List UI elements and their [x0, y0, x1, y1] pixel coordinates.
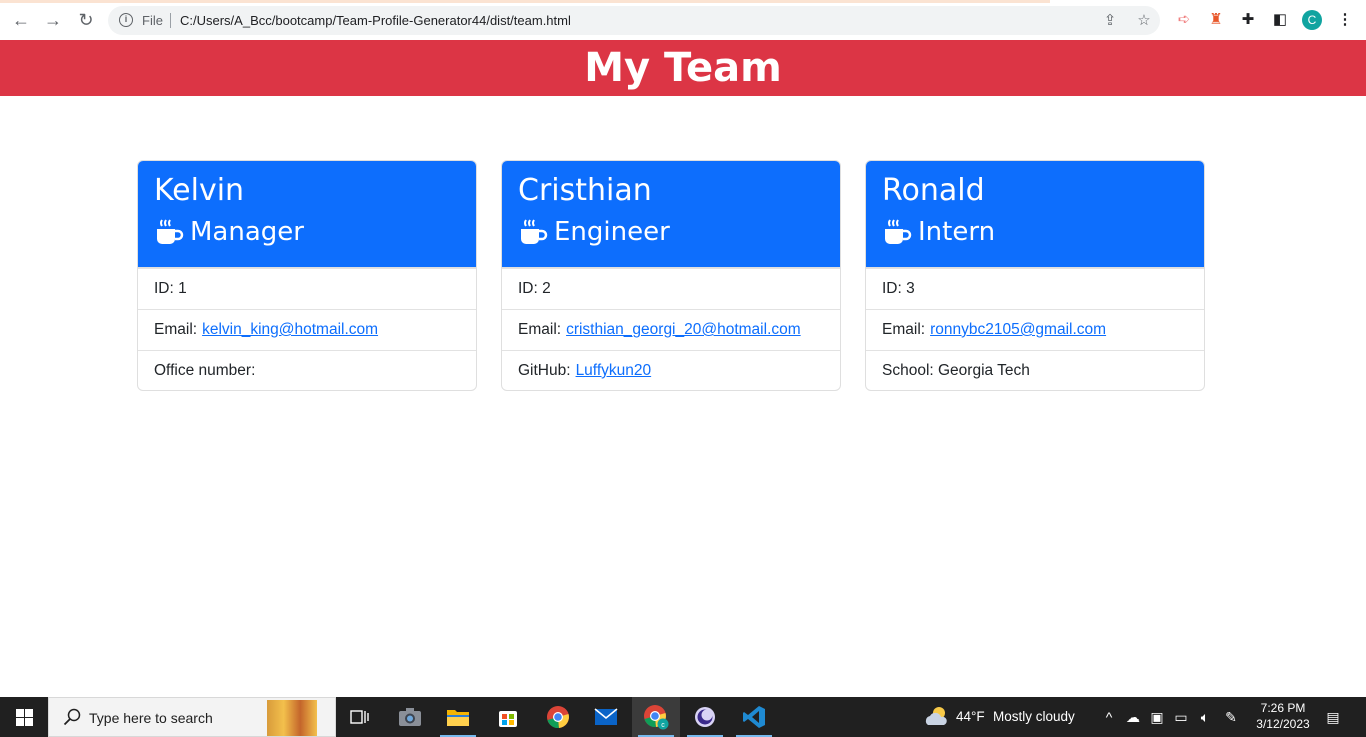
employee-role: Engineer [518, 215, 824, 249]
email-link[interactable]: ronnybc2105@gmail.com [930, 321, 1106, 339]
employee-id: ID: 3 [866, 268, 1204, 309]
team-cards: Kelvin Manager ID: 1 Email: kelvin_king@… [137, 160, 1205, 391]
address-bar[interactable]: i File C:/Users/A_Bcc/bootcamp/Team-Prof… [108, 6, 1160, 35]
employee-name: Cristhian [518, 173, 652, 208]
task-view-icon[interactable] [336, 697, 384, 737]
volume-icon[interactable]: 🔈︎ [1196, 708, 1214, 726]
employee-id: ID: 1 [138, 268, 476, 309]
employee-card: Cristhian Engineer ID: 2 Email: cristhia… [501, 160, 841, 391]
employee-card: Ronald Intern ID: 3 Email: ronnybc2105@g… [865, 160, 1205, 391]
weather-cloud-icon[interactable] [924, 705, 950, 731]
onedrive-icon[interactable]: ☁ [1124, 708, 1142, 726]
search-highlight-image [267, 700, 317, 736]
school: School: Georgia Tech [866, 350, 1204, 390]
chrome-icon[interactable] [534, 697, 582, 737]
mail-icon[interactable] [582, 697, 630, 737]
employee-email: Email: kelvin_king@hotmail.com [138, 309, 476, 350]
email-label: Email: [882, 321, 926, 338]
card-header: Cristhian Engineer [502, 161, 840, 268]
windows-start-icon[interactable] [0, 697, 48, 737]
url-text[interactable]: C:/Users/A_Bcc/bootcamp/Team-Profile-Gen… [180, 13, 571, 28]
card-header: Kelvin Manager [138, 161, 476, 268]
svg-text:c: c [661, 722, 665, 729]
employee-card: Kelvin Manager ID: 1 Email: kelvin_king@… [137, 160, 477, 391]
taskbar-search[interactable]: Type here to search [48, 697, 336, 737]
back-icon[interactable]: ← [11, 10, 31, 30]
search-placeholder: Type here to search [89, 710, 213, 726]
email-link[interactable]: cristhian_georgi_20@hotmail.com [566, 321, 801, 339]
id-text: ID: 2 [518, 280, 551, 297]
employee-name: Kelvin [154, 173, 245, 208]
github-link[interactable]: Luffykun20 [576, 362, 652, 380]
file-label: File [142, 13, 163, 28]
pen-icon[interactable]: ✎ [1222, 708, 1240, 726]
mug-icon [157, 219, 184, 244]
meet-now-icon[interactable]: ▣ [1148, 708, 1166, 726]
mug-icon [885, 219, 912, 244]
file-explorer-icon[interactable] [434, 697, 482, 737]
weather-temp[interactable]: 44°F [956, 709, 985, 724]
battery-icon[interactable]: ▭ [1172, 708, 1190, 726]
employee-role: Manager [154, 215, 460, 249]
mug-icon [521, 219, 548, 244]
employee-email: Email: ronnybc2105@gmail.com [866, 309, 1204, 350]
office-number: Office number: [138, 350, 476, 390]
school-label: School: Georgia Tech [882, 362, 1030, 379]
email-label: Email: [154, 321, 198, 338]
browser-toolbar: ← → ↻ i File C:/Users/A_Bcc/bootcamp/Tea… [0, 0, 1366, 40]
share-icon[interactable]: ⇪ [1100, 11, 1120, 31]
camera-app-icon[interactable] [386, 697, 434, 737]
reload-icon[interactable]: ↻ [76, 10, 96, 30]
bookmark-star-icon[interactable]: ☆ [1134, 11, 1154, 31]
weather-text[interactable]: Mostly cloudy [993, 709, 1075, 724]
employee-email: Email: cristhian_georgi_20@hotmail.com [502, 309, 840, 350]
info-icon[interactable]: i [119, 13, 133, 27]
side-panel-icon[interactable]: ◧ [1270, 10, 1290, 30]
chevron-up-icon[interactable]: ^ [1100, 708, 1118, 726]
eclipse-app-icon[interactable] [681, 697, 729, 737]
role-label: Intern [918, 217, 996, 247]
extension-arrow-icon[interactable]: ➪ [1174, 10, 1194, 30]
email-link[interactable]: kelvin_king@hotmail.com [202, 321, 378, 339]
card-header: Ronald Intern [866, 161, 1204, 268]
id-text: ID: 3 [882, 280, 915, 297]
notifications-icon[interactable]: ▤ [1324, 708, 1342, 726]
taskbar: Type here to search c 44°F Mostly cloudy… [0, 697, 1366, 737]
role-label: Engineer [554, 217, 670, 247]
github-label: GitHub: [518, 362, 571, 379]
page-title: My Team [584, 45, 782, 91]
employee-name: Ronald [882, 173, 985, 208]
address-divider [170, 13, 171, 28]
forward-icon[interactable]: → [43, 10, 63, 30]
github: GitHub: Luffykun20 [502, 350, 840, 390]
employee-id: ID: 2 [502, 268, 840, 309]
system-clock[interactable]: 7:26 PM 3/12/2023 [1252, 700, 1314, 732]
page-header: My Team [0, 40, 1366, 96]
chrome-profile-icon[interactable]: c [632, 697, 680, 737]
office-number-label: Office number: [154, 362, 256, 379]
store-icon[interactable] [484, 697, 532, 737]
tab-strip-edge [0, 0, 1050, 3]
profile-avatar[interactable]: C [1302, 10, 1322, 30]
role-label: Manager [190, 217, 304, 247]
browser-menu-icon[interactable]: ⋮ [1335, 10, 1355, 30]
clock-date: 3/12/2023 [1256, 717, 1310, 731]
id-text: ID: 1 [154, 280, 187, 297]
search-icon [63, 708, 81, 726]
email-label: Email: [518, 321, 562, 338]
vscode-icon[interactable] [730, 697, 778, 737]
extension-lighthouse-icon[interactable]: ♜ [1206, 10, 1226, 30]
employee-role: Intern [882, 215, 1188, 249]
extensions-puzzle-icon[interactable]: ✚ [1238, 10, 1258, 30]
clock-time: 7:26 PM [1260, 701, 1306, 715]
